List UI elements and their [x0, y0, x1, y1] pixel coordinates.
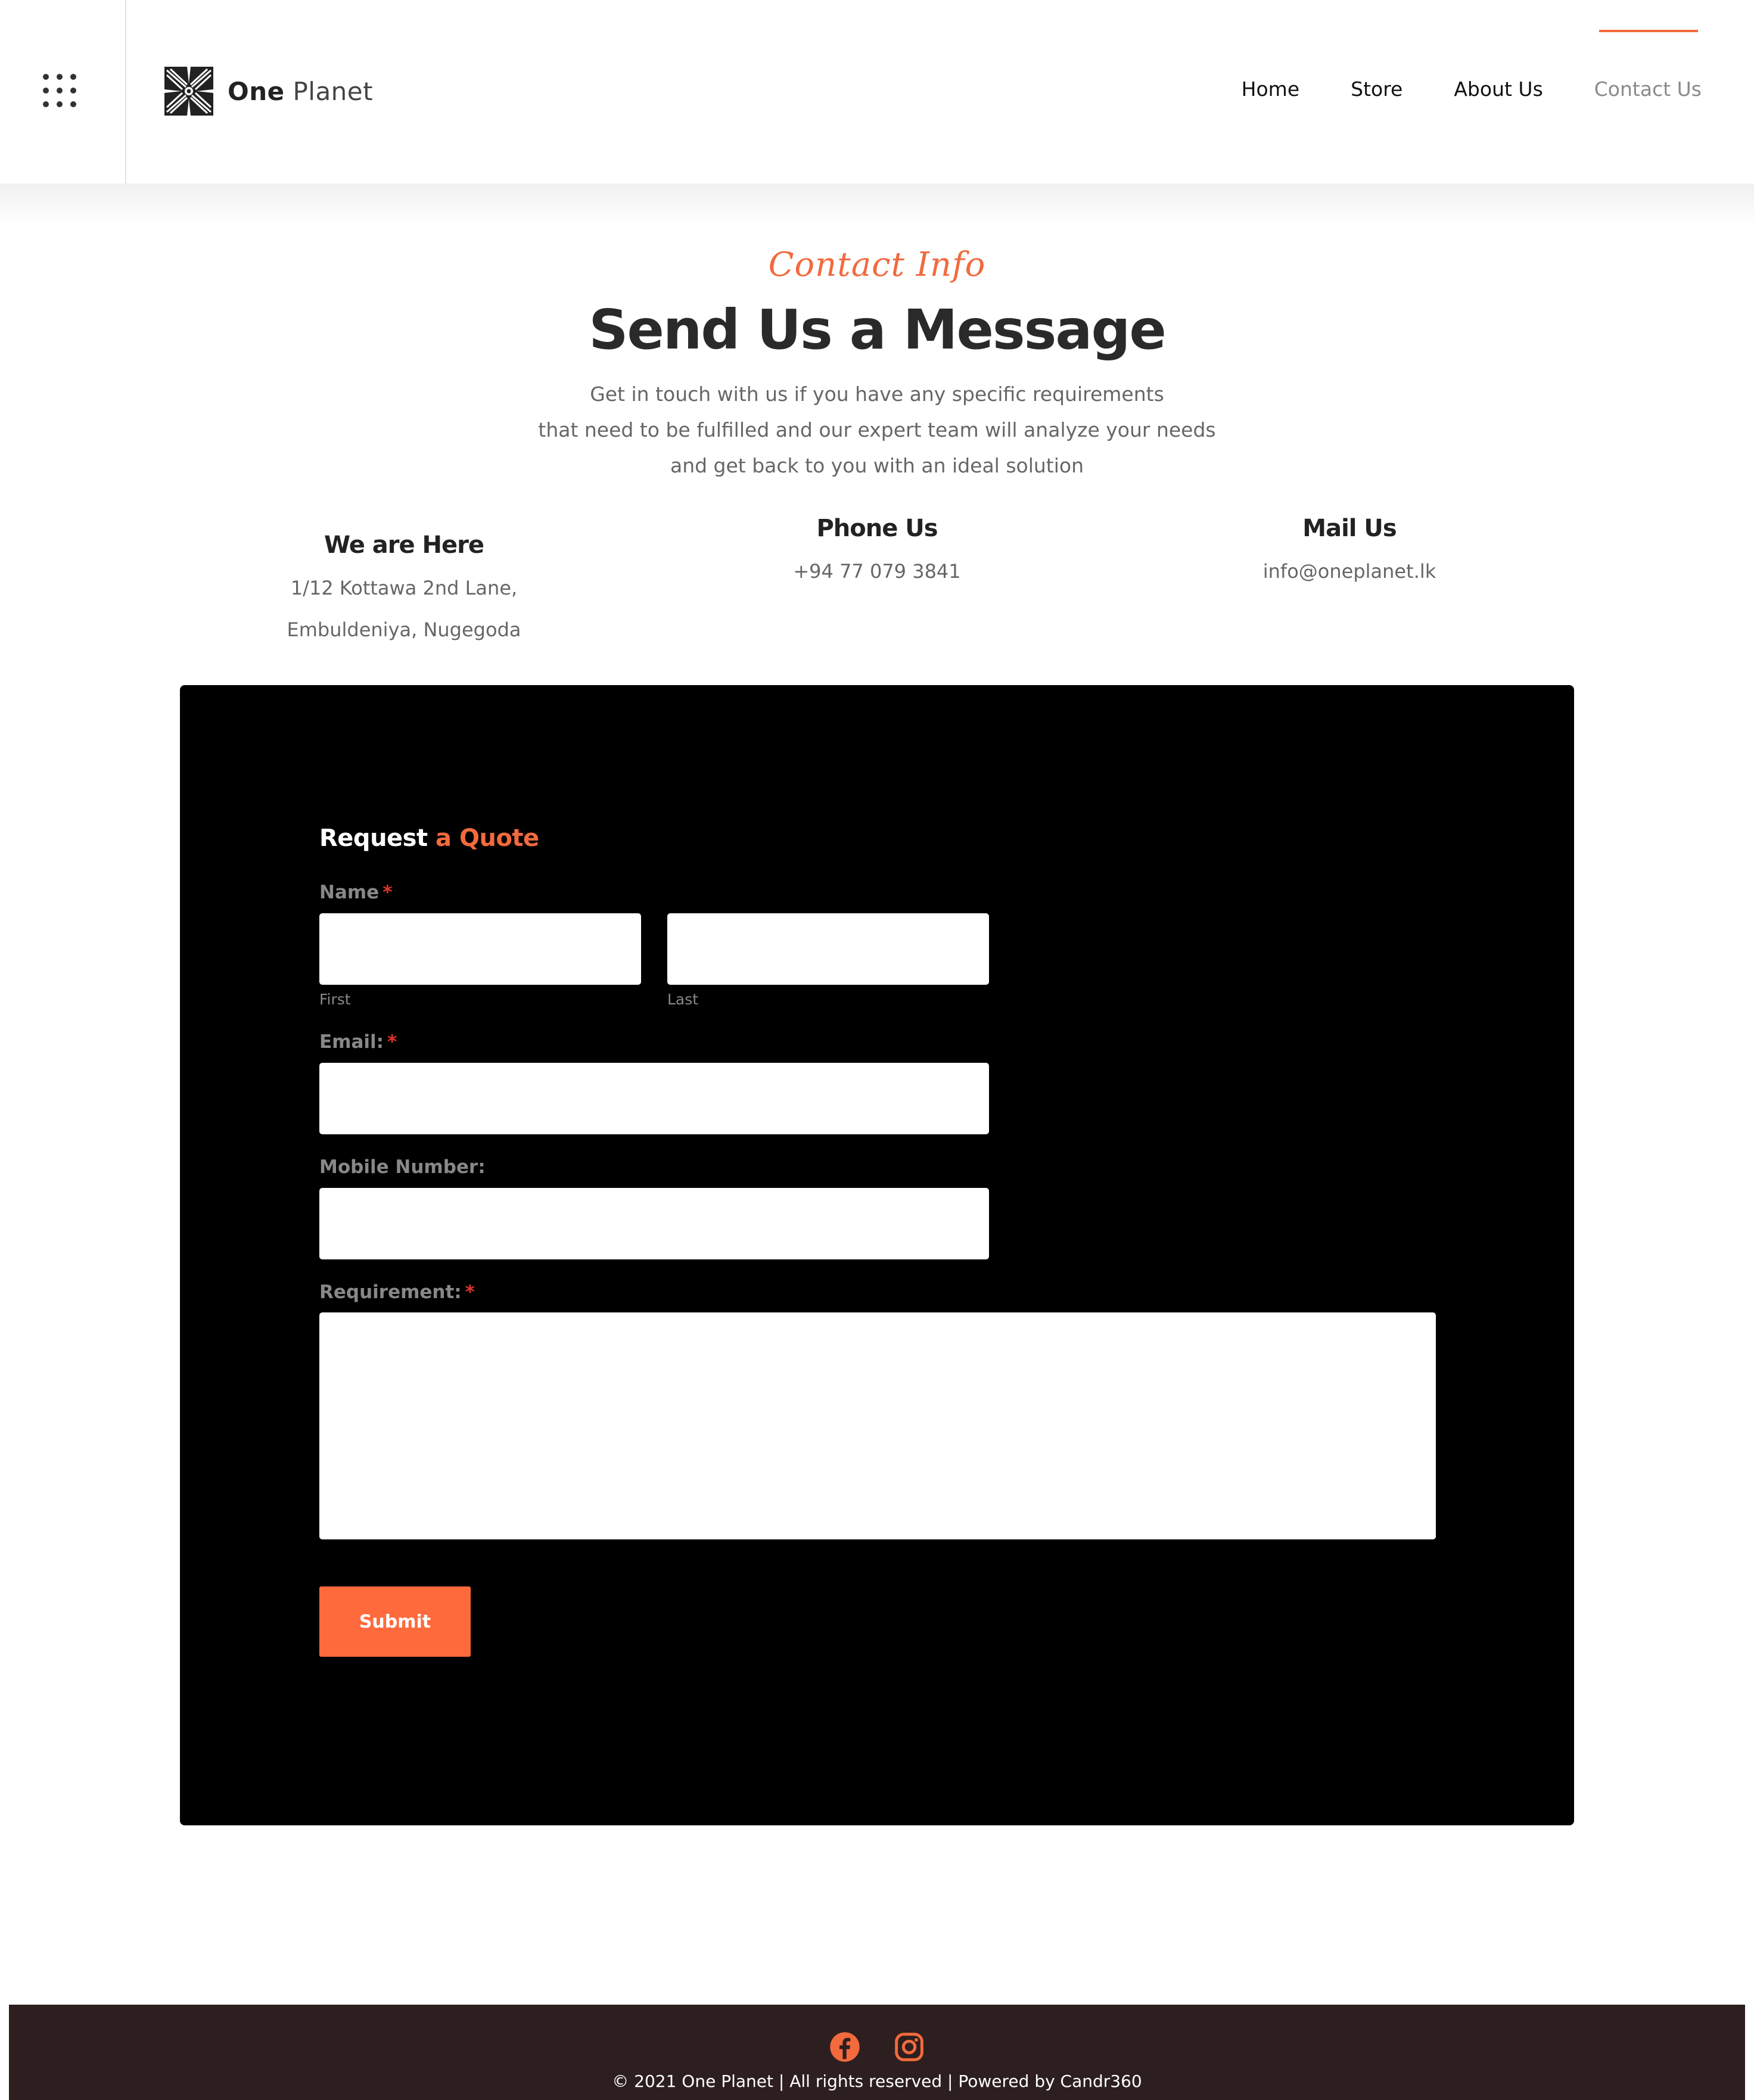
name-label: Name * [319, 882, 392, 903]
header-shadow [0, 183, 1754, 225]
form-title-main: Request [319, 825, 428, 852]
mobile-input[interactable] [319, 1188, 989, 1259]
phone-block: Phone Us +94 77 079 3841 [668, 515, 1086, 592]
mail-address[interactable]: info@oneplanet.lk [1141, 550, 1558, 592]
form-title: Request a Quote [319, 825, 539, 852]
first-name-sublabel: First [319, 991, 351, 1008]
required-mark: * [382, 882, 393, 903]
nav-store[interactable]: Store [1351, 77, 1402, 101]
copyright-text: © 2021 One Planet | All rights reserved … [612, 2071, 1142, 2091]
social-links [9, 2031, 1745, 2063]
logo-text-planet: Planet [293, 76, 374, 106]
site-footer: © 2021 One Planet | All rights reserved … [9, 2005, 1745, 2100]
last-name-input[interactable] [667, 913, 989, 985]
email-label-text: Email: [319, 1031, 384, 1053]
nav-about-us[interactable]: About Us [1454, 77, 1542, 101]
email-label: Email: * [319, 1031, 397, 1053]
address-line-2: Embuldeniya, Nugegoda [287, 618, 521, 641]
requirement-textarea[interactable] [319, 1312, 1436, 1539]
requirement-label: Requirement: * [319, 1281, 475, 1303]
logo-text-one: One [228, 76, 285, 106]
intro-line: that need to be fulfilled and our expert… [538, 418, 1216, 441]
site-logo[interactable]: One Planet [163, 66, 373, 117]
mail-block: Mail Us info@oneplanet.lk [1141, 515, 1558, 592]
intro-line: Get in touch with us if you have any spe… [590, 382, 1164, 406]
required-mark: * [387, 1031, 397, 1053]
address-block: We are Here 1/12 Kottawa 2nd Lane, Embul… [195, 531, 612, 651]
phone-heading: Phone Us [816, 515, 938, 542]
logo-mark-icon [163, 66, 214, 117]
intro-text: Get in touch with us if you have any spe… [520, 377, 1234, 484]
facebook-icon[interactable] [829, 2031, 861, 2063]
nav-contact-us[interactable]: Contact Us [1594, 77, 1702, 101]
address-line-1: 1/12 Kottawa 2nd Lane, [290, 577, 518, 599]
apps-menu-icon[interactable] [43, 74, 76, 107]
header-divider [125, 0, 126, 183]
intro-line: and get back to you with an ideal soluti… [670, 454, 1084, 477]
nav-home[interactable]: Home [1242, 77, 1299, 101]
submit-button[interactable]: Submit [319, 1586, 471, 1657]
main-nav: Home Store About Us Contact Us [1242, 77, 1702, 101]
logo-text: One Planet [228, 77, 373, 106]
last-name-sublabel: Last [667, 991, 699, 1008]
quote-form-panel: Request a Quote Name * First Last Email: *… [180, 685, 1574, 1825]
requirement-label-text: Requirement: [319, 1281, 462, 1303]
mail-heading: Mail Us [1302, 515, 1397, 542]
section-eyebrow: Contact Info [768, 245, 986, 284]
name-label-text: Name [319, 882, 380, 903]
address-heading: We are Here [324, 531, 484, 559]
mobile-label: Mobile Number: [319, 1156, 486, 1178]
phone-number[interactable]: +94 77 079 3841 [668, 550, 1086, 592]
instagram-icon[interactable] [893, 2031, 925, 2063]
nav-active-indicator [1599, 30, 1698, 32]
first-name-input[interactable] [319, 913, 641, 985]
form-title-accent: a Quote [436, 825, 539, 852]
required-mark: * [465, 1281, 475, 1303]
page-title: Send Us a Message [589, 298, 1166, 362]
email-input[interactable] [319, 1063, 989, 1134]
site-header: One Planet Home Store About Us Contact U… [0, 0, 1754, 183]
